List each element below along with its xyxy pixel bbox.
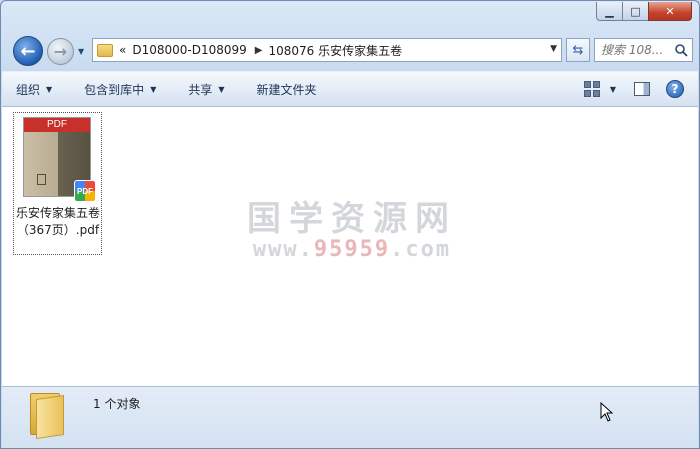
maximize-button[interactable]: □ xyxy=(622,2,648,21)
organize-label: 组织 xyxy=(16,82,41,97)
back-button[interactable]: ← xyxy=(13,36,43,66)
breadcrumb-item[interactable]: D108000-D108099 xyxy=(132,43,246,57)
help-icon[interactable]: ? xyxy=(666,80,684,98)
include-in-library-button[interactable]: 包含到库中 ▼ xyxy=(84,81,156,98)
share-button[interactable]: 共享 ▼ xyxy=(188,81,224,98)
view-options-dropdown[interactable]: ▼ xyxy=(610,85,616,94)
search-input[interactable] xyxy=(601,43,673,57)
pdf-file-icon: PDF xyxy=(74,180,96,202)
recent-pages-dropdown[interactable]: ▼ xyxy=(78,47,88,56)
new-folder-button[interactable]: 新建文件夹 xyxy=(257,81,317,98)
caption-buttons: ▁ □ ✕ xyxy=(596,2,692,21)
thumbnail-seal xyxy=(37,174,46,185)
search-icon[interactable] xyxy=(674,43,688,57)
watermark-title: 国学资源网 xyxy=(247,199,457,239)
thumbnail-page-left xyxy=(24,132,58,196)
chevron-down-icon: ▼ xyxy=(218,84,225,94)
share-label: 共享 xyxy=(188,82,213,97)
file-list-pane[interactable]: PDF PDF 乐安传家集五卷（367页）.pdf 国学资源网 www.9595… xyxy=(2,107,698,386)
address-bar[interactable]: « D108000-D108099 ▶ 108076 乐安传家集五卷 ▼ xyxy=(92,38,562,62)
breadcrumb-item-current[interactable]: 108076 乐安传家集五卷 xyxy=(268,42,402,59)
refresh-icon: ⇆ xyxy=(572,42,584,58)
details-pane: 1 个对象 xyxy=(2,386,698,448)
folder-icon xyxy=(97,43,113,57)
new-folder-label: 新建文件夹 xyxy=(256,82,317,97)
watermark-url-prefix: www. xyxy=(252,237,314,262)
command-bar: 组织 ▼ 包含到库中 ▼ 共享 ▼ 新建文件夹 ▼ ? xyxy=(2,71,698,107)
breadcrumb-chevron-icon[interactable]: ▶ xyxy=(255,45,263,56)
chevron-down-icon: ▼ xyxy=(46,84,53,94)
watermark-url: www.95959.com xyxy=(242,237,462,263)
explorer-window: ▁ □ ✕ ← → ▼ « D108000-D108099 ▶ 108076 乐… xyxy=(0,0,700,449)
preview-pane-icon[interactable] xyxy=(634,82,650,96)
watermark-url-suffix: .com xyxy=(390,237,452,262)
close-button[interactable]: ✕ xyxy=(648,2,692,21)
forward-button[interactable]: → xyxy=(47,38,74,65)
item-count: 1 个对象 xyxy=(93,397,141,411)
file-item[interactable]: PDF PDF 乐安传家集五卷（367页）.pdf xyxy=(13,112,102,255)
back-arrow-icon: ← xyxy=(20,40,36,62)
folder-icon xyxy=(30,393,66,439)
watermark-url-highlight: 95959 xyxy=(313,237,391,262)
forward-arrow-icon: → xyxy=(53,42,68,61)
search-box[interactable] xyxy=(594,38,693,62)
mouse-cursor-icon xyxy=(600,402,614,422)
navigation-bar: ← → ▼ « D108000-D108099 ▶ 108076 乐安传家集五卷… xyxy=(9,34,693,66)
include-in-library-label: 包含到库中 xyxy=(84,82,145,97)
minimize-button[interactable]: ▁ xyxy=(596,2,622,21)
breadcrumb-overflow[interactable]: « xyxy=(119,43,126,57)
address-dropdown-icon[interactable]: ▼ xyxy=(550,44,557,54)
pdf-band: PDF xyxy=(24,118,90,132)
change-view-icon[interactable] xyxy=(583,81,600,97)
chevron-down-icon: ▼ xyxy=(150,84,157,94)
toolbar-right: ▼ ? xyxy=(583,80,684,98)
file-name: 乐安传家集五卷（367页）.pdf xyxy=(16,206,101,237)
refresh-button[interactable]: ⇆ xyxy=(566,38,590,62)
watermark: 国学资源网 www.95959.com xyxy=(242,201,462,263)
organize-button[interactable]: 组织 ▼ xyxy=(16,81,52,98)
